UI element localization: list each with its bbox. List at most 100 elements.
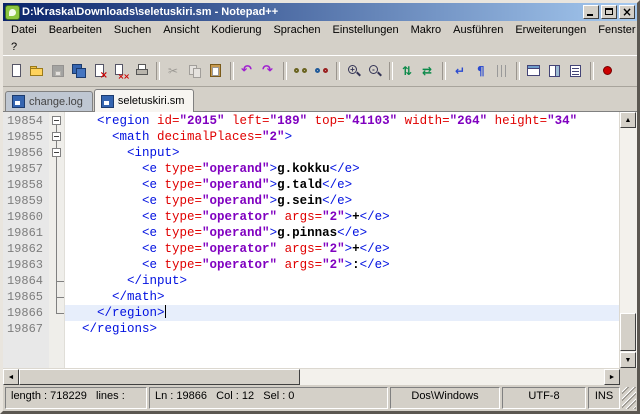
- cut-glyph: [166, 63, 182, 79]
- scroll-right-button[interactable]: [604, 369, 620, 385]
- fold-marker: [49, 273, 64, 289]
- resize-grip[interactable]: [622, 387, 636, 409]
- cut-icon[interactable]: [164, 61, 184, 81]
- code-line-19863[interactable]: <e type="operator" args="2">:</e>: [65, 257, 619, 273]
- code-line-19865[interactable]: </math>: [65, 289, 619, 305]
- code-area[interactable]: <region id="2015" left="189" top="41103"…: [65, 112, 619, 368]
- code-token: "264": [450, 114, 488, 128]
- code-line-19855[interactable]: <math decimalPlaces="2">: [65, 129, 619, 145]
- vertical-scroll-thumb[interactable]: [620, 313, 636, 351]
- scroll-left-button[interactable]: [3, 369, 19, 385]
- copy-glyph: [187, 63, 203, 79]
- menu-item-suchen[interactable]: Suchen: [108, 23, 157, 37]
- code-line-19861[interactable]: <e type="operand">g.pinnas</e>: [65, 225, 619, 241]
- code-token: type=: [165, 178, 203, 192]
- toolbar-separator: [590, 62, 594, 80]
- code-token: type=: [165, 162, 203, 176]
- close-all-icon[interactable]: [111, 61, 131, 81]
- undo-icon[interactable]: [238, 61, 258, 81]
- open-file-icon[interactable]: [27, 61, 47, 81]
- code-line-19856[interactable]: <input>: [65, 145, 619, 161]
- menu-item-ausfuhren[interactable]: Ausführen: [447, 23, 509, 37]
- menu-item-datei[interactable]: Datei: [5, 23, 43, 37]
- saveall-glyph: [71, 63, 87, 79]
- fold-toggle[interactable]: [49, 113, 64, 129]
- code-line-19857[interactable]: <e type="operand">g.kokku</e>: [65, 161, 619, 177]
- line-number: 19863: [3, 257, 49, 273]
- horizontal-scroll-thumb[interactable]: [19, 369, 300, 385]
- fold-toggle[interactable]: [49, 145, 64, 161]
- menu-item-bearbeiten[interactable]: Bearbeiten: [43, 23, 108, 37]
- tab-seletuskiri-sm[interactable]: seletuskiri.sm: [94, 89, 195, 112]
- horizontal-scroll-track[interactable]: [19, 369, 604, 385]
- show-indent-guide-icon[interactable]: [492, 61, 512, 81]
- code-token: "operator": [202, 210, 277, 224]
- document-map-icon[interactable]: [545, 61, 565, 81]
- horizontal-scrollbar[interactable]: [3, 368, 620, 385]
- title-bar[interactable]: D:\Kraska\Downloads\seletuskiri.sm - Not…: [3, 3, 637, 21]
- menu-item-ansicht[interactable]: Ansicht: [157, 23, 205, 37]
- code-line-19854[interactable]: <region id="2015" left="189" top="41103"…: [65, 113, 619, 129]
- menu-item-erweiterungen[interactable]: Erweiterungen: [509, 23, 592, 37]
- fold-margin: [49, 112, 65, 368]
- save-all-icon[interactable]: [69, 61, 89, 81]
- fold-toggle[interactable]: [49, 129, 64, 145]
- fold-marker: [49, 241, 64, 257]
- user-defined-dialog-icon[interactable]: [524, 61, 544, 81]
- maximize-button[interactable]: [601, 5, 617, 19]
- redo-icon[interactable]: [259, 61, 279, 81]
- print-icon[interactable]: [132, 61, 152, 81]
- code-line-19867[interactable]: </regions>: [65, 321, 619, 337]
- menu-item-makro[interactable]: Makro: [405, 23, 448, 37]
- word-wrap-icon[interactable]: [450, 61, 470, 81]
- scroll-down-button[interactable]: [620, 352, 636, 368]
- menu-item-fenster[interactable]: Fenster: [592, 23, 640, 37]
- toolbar-separator: [336, 62, 340, 80]
- close-icon[interactable]: [90, 61, 110, 81]
- zoom-out-icon[interactable]: [365, 61, 385, 81]
- copy-icon[interactable]: [185, 61, 205, 81]
- zoom-in-icon[interactable]: [344, 61, 364, 81]
- menu-item-kodierung[interactable]: Kodierung: [205, 23, 267, 37]
- code-token: <e: [67, 162, 165, 176]
- line-number: 19867: [3, 321, 49, 337]
- sync-horizontal-scrolling-icon[interactable]: [418, 61, 438, 81]
- fold-collapse-box-icon: [52, 132, 61, 141]
- close-button[interactable]: [619, 5, 635, 19]
- line-number: 19860: [3, 209, 49, 225]
- sync-vertical-scrolling-icon[interactable]: [397, 61, 417, 81]
- userdlg-glyph: [526, 63, 542, 79]
- save-icon[interactable]: [48, 61, 68, 81]
- fold-line: [56, 177, 57, 193]
- status-eol[interactable]: Dos\Windows: [390, 387, 500, 409]
- code-line-19860[interactable]: <e type="operator" args="2">+</e>: [65, 209, 619, 225]
- code-line-19866[interactable]: </region>: [65, 305, 619, 321]
- status-encoding[interactable]: UTF-8: [502, 387, 586, 409]
- find-icon[interactable]: [291, 61, 311, 81]
- minimize-button[interactable]: [583, 5, 599, 19]
- indent-glyph: [494, 63, 510, 79]
- menu-item-sprachen[interactable]: Sprachen: [267, 23, 326, 37]
- paste-glyph: [208, 63, 224, 79]
- paste-icon[interactable]: [206, 61, 226, 81]
- function-list-icon[interactable]: [566, 61, 586, 81]
- tab-change-log[interactable]: change.log: [5, 91, 93, 111]
- code-token: g.pinnas: [277, 226, 337, 240]
- code-line-19858[interactable]: <e type="operand">g.tald</e>: [65, 177, 619, 193]
- record-macro-icon[interactable]: [598, 61, 618, 81]
- code-token: "189": [270, 114, 308, 128]
- code-token: "2015": [180, 114, 225, 128]
- vertical-scroll-track[interactable]: [620, 128, 637, 352]
- replace-icon[interactable]: [312, 61, 332, 81]
- code-line-19862[interactable]: <e type="operator" args="2">+</e>: [65, 241, 619, 257]
- code-line-19864[interactable]: </input>: [65, 273, 619, 289]
- code-line-19859[interactable]: <e type="operand">g.sein</e>: [65, 193, 619, 209]
- status-insert-mode[interactable]: INS: [588, 387, 620, 409]
- scroll-up-button[interactable]: [620, 112, 636, 128]
- zoomout-glyph: [367, 63, 383, 79]
- new-file-icon[interactable]: [6, 61, 26, 81]
- show-all-characters-icon[interactable]: [471, 61, 491, 81]
- vertical-scrollbar[interactable]: [619, 112, 637, 368]
- menu-item-help[interactable]: ?: [5, 40, 23, 54]
- menu-item-einstellungen[interactable]: Einstellungen: [327, 23, 405, 37]
